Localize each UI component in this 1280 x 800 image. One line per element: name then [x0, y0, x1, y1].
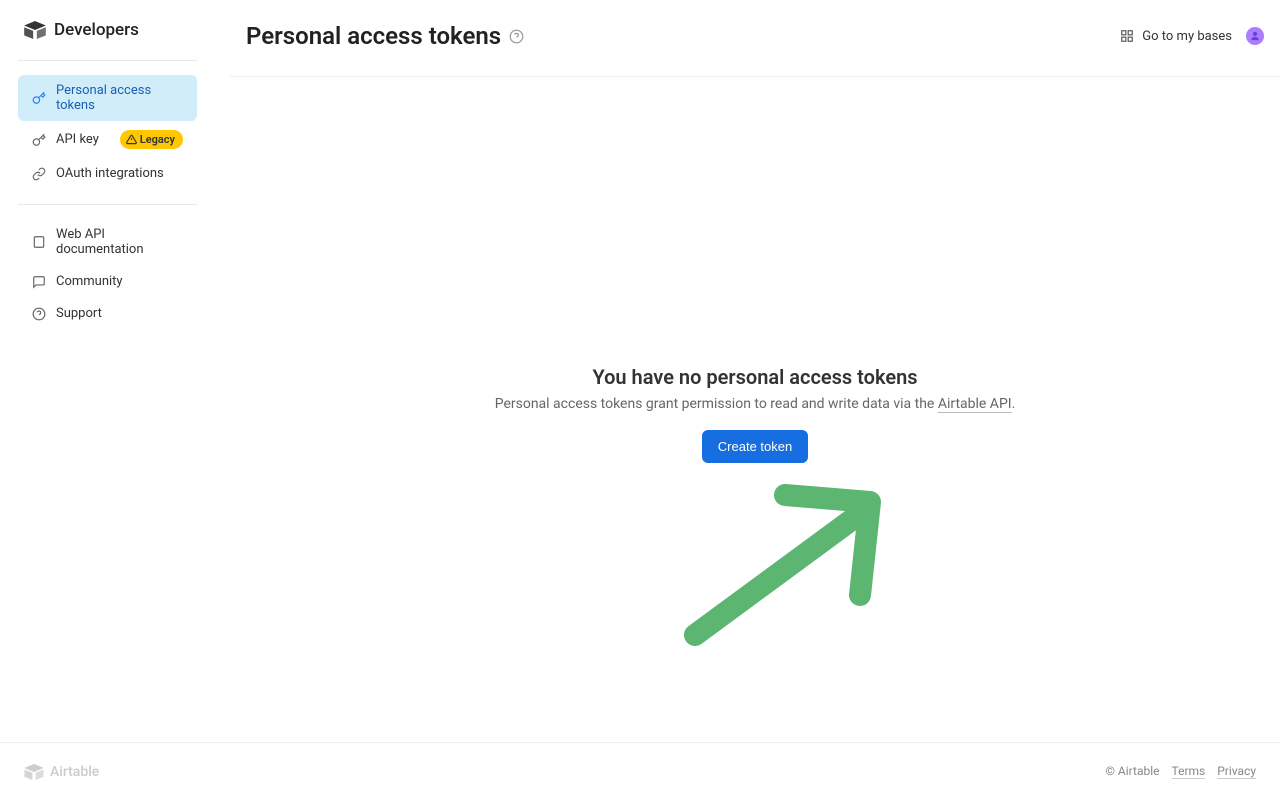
empty-title: You have no personal access tokens [435, 365, 1075, 389]
footer-brand[interactable]: Airtable [24, 764, 99, 780]
page-header: Personal access tokens Go to my bases [230, 0, 1280, 77]
sidebar: Developers Personal access tokens API ke… [0, 0, 215, 800]
person-icon [1250, 30, 1260, 42]
key-icon [32, 91, 46, 105]
create-token-button[interactable]: Create token [702, 430, 808, 463]
nav-label: Community [56, 274, 123, 289]
nav-label: Support [56, 306, 102, 321]
divider [18, 204, 197, 205]
empty-state: You have no personal access tokens Perso… [435, 365, 1075, 463]
sidebar-item-oauth[interactable]: OAuth integrations [18, 158, 197, 189]
airtable-api-link[interactable]: Airtable API [938, 396, 1012, 413]
airtable-logo-icon [24, 764, 44, 780]
sidebar-item-support[interactable]: Support [18, 298, 197, 329]
warning-icon [126, 134, 137, 145]
sidebar-item-personal-tokens[interactable]: Personal access tokens [18, 75, 197, 121]
legacy-badge: Legacy [120, 130, 183, 149]
divider [18, 60, 197, 61]
footer-copyright: © Airtable [1106, 764, 1160, 779]
book-icon [32, 235, 46, 249]
nav-label: Personal access tokens [56, 83, 183, 113]
footer-terms-link[interactable]: Terms [1172, 764, 1206, 779]
empty-description: Personal access tokens grant permission … [435, 396, 1075, 412]
sidebar-item-api-key[interactable]: API key Legacy [18, 122, 197, 157]
sidebar-item-docs[interactable]: Web API documentation [18, 219, 197, 265]
brand-name: Developers [54, 20, 139, 40]
page-title: Personal access tokens [246, 22, 501, 50]
nav-label: API key [56, 132, 99, 147]
nav-label: Web API documentation [56, 227, 183, 257]
avatar[interactable] [1246, 27, 1264, 45]
link-icon [32, 167, 46, 181]
sidebar-item-community[interactable]: Community [18, 266, 197, 297]
key-icon [32, 133, 46, 147]
arrow-annotation-icon [675, 480, 895, 650]
nav-label: OAuth integrations [56, 166, 164, 181]
grid-icon [1120, 29, 1134, 43]
help-circle-icon[interactable] [509, 29, 524, 44]
go-to-bases-label: Go to my bases [1142, 29, 1232, 44]
footer: Airtable © Airtable Terms Privacy [0, 742, 1280, 800]
brand-logo[interactable]: Developers [0, 20, 215, 60]
footer-privacy-link[interactable]: Privacy [1217, 764, 1256, 779]
chat-icon [32, 275, 46, 289]
go-to-bases-link[interactable]: Go to my bases [1120, 29, 1232, 44]
airtable-logo-icon [24, 21, 46, 39]
main-content: Personal access tokens Go to my bases Y [230, 0, 1280, 800]
help-icon [32, 307, 46, 321]
